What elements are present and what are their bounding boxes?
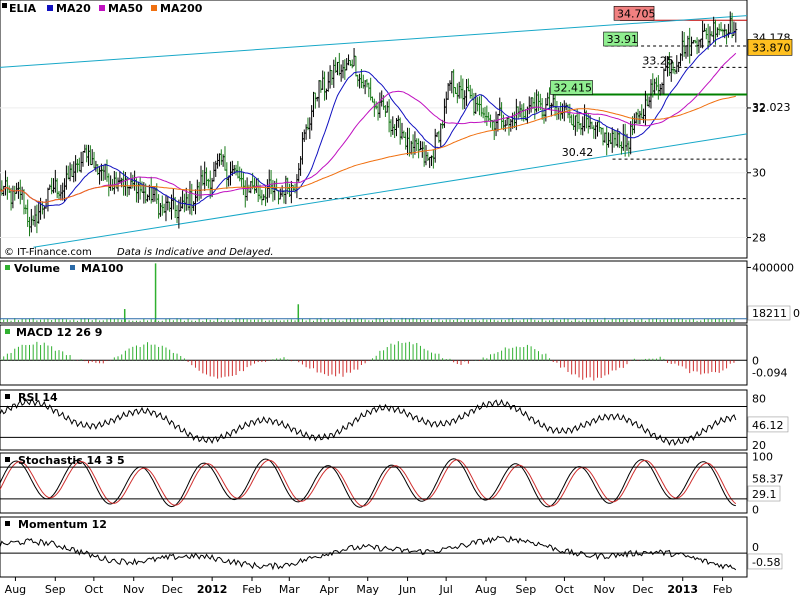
momentum-last-label: -0.58 [752,556,780,569]
x-tick-label: Dec [632,583,653,596]
legend-momentum: Momentum 12 [18,518,107,531]
annotation-32415: 32.415 [554,81,593,94]
x-tick-label: Feb [242,583,261,596]
stochastic-y-label: 100 [752,451,773,464]
x-tick-label: Dec [162,583,183,596]
annotation-3325: 33.25 [642,54,674,67]
annotation-3391: 33.91 [607,33,639,46]
x-tick-label: Feb [713,583,732,596]
x-tick-label: Sep [45,583,66,596]
legend-volume: Volume [14,262,60,275]
x-tick-label: Nov [123,583,145,596]
legend-stochastic: Stochastic 14 3 5 [18,454,125,467]
x-tick-label: 2012 [197,583,228,596]
symbol-label: ELIA [9,2,37,15]
legend-ma200: MA200 [160,2,203,15]
ma200-value-label: 32.023 [752,101,791,114]
annotation-3042: 30.42 [562,146,594,159]
disclaimer: Data is Indicative and Delayed. [117,247,274,258]
legend-macd: MACD 12 26 9 [16,326,102,339]
stochastic-last2-label: 29.1 [752,488,777,501]
volume-extra-label: 0 [793,307,800,320]
x-tick-label: Aug [5,583,26,596]
momentum-y-label: 0 [752,541,759,554]
watermark: © IT-Finance.com [4,247,92,258]
x-tick-label: Apr [320,583,340,596]
annotation-34705: 34.705 [617,7,656,20]
rsi-y-label: 80 [752,393,766,406]
x-tick-label: May [356,583,379,596]
x-tick-label: Mar [279,583,300,596]
x-tick-label: Oct [84,583,104,596]
x-tick-label: Jul [439,583,453,596]
legend-ma20: MA20 [56,2,91,15]
stochastic-last-label: 58.37 [752,473,784,486]
legend-ma100: MA100 [81,262,124,275]
price-y-label: 28 [752,232,766,245]
x-tick-label: Sep [515,583,536,596]
volume-last-label: 18211 [752,307,787,320]
stochastic-y-label: 0 [752,503,759,516]
x-tick-label: 2013 [667,583,698,596]
price-y-label: 30 [752,167,766,180]
macd-last-label: -0.094 [752,366,787,379]
last-price-label: 33.870 [752,41,791,54]
x-tick-label: Aug [475,583,496,596]
stock-chart: 34.70533.9133.2532.41530.42 28303234.178… [0,0,800,600]
x-tick-label: Jun [398,583,416,596]
legend-ma50: MA50 [108,2,143,15]
rsi-last-label: 46.12 [752,419,784,432]
x-tick-label: Oct [555,583,575,596]
legend-rsi: RSI 14 [18,391,58,404]
x-tick-label: Nov [594,583,616,596]
volume-y-label: 400000 [752,261,794,274]
